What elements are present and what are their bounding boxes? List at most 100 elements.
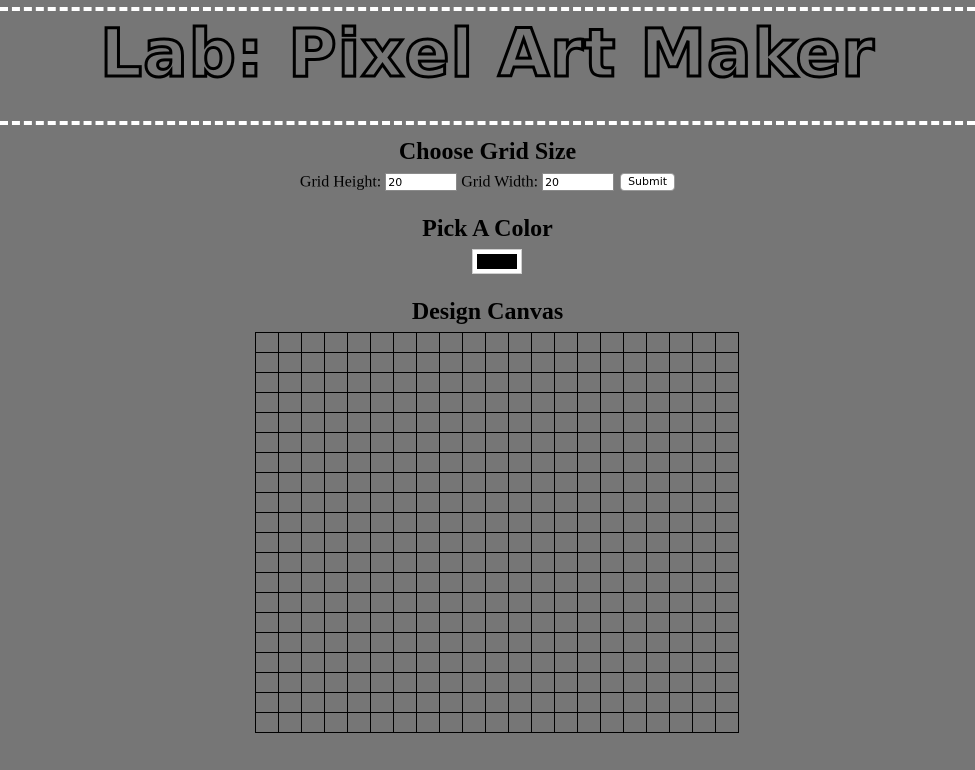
canvas-cell[interactable] bbox=[600, 512, 624, 533]
canvas-cell[interactable] bbox=[485, 432, 509, 453]
canvas-cell[interactable] bbox=[485, 532, 509, 553]
canvas-cell[interactable] bbox=[370, 652, 394, 673]
canvas-cell[interactable] bbox=[646, 532, 670, 553]
canvas-cell[interactable] bbox=[439, 332, 463, 353]
canvas-cell[interactable] bbox=[531, 392, 555, 413]
canvas-cell[interactable] bbox=[278, 472, 302, 493]
canvas-cell[interactable] bbox=[301, 472, 325, 493]
canvas-cell[interactable] bbox=[508, 472, 532, 493]
canvas-cell[interactable] bbox=[577, 392, 601, 413]
canvas-cell[interactable] bbox=[278, 712, 302, 733]
canvas-cell[interactable] bbox=[370, 492, 394, 513]
canvas-cell[interactable] bbox=[462, 432, 486, 453]
canvas-cell[interactable] bbox=[600, 612, 624, 633]
canvas-cell[interactable] bbox=[370, 692, 394, 713]
canvas-cell[interactable] bbox=[600, 672, 624, 693]
canvas-cell[interactable] bbox=[577, 412, 601, 433]
canvas-cell[interactable] bbox=[416, 492, 440, 513]
canvas-cell[interactable] bbox=[554, 672, 578, 693]
grid-width-input[interactable] bbox=[542, 173, 615, 192]
canvas-cell[interactable] bbox=[370, 452, 394, 473]
canvas-cell[interactable] bbox=[715, 512, 739, 533]
canvas-cell[interactable] bbox=[416, 692, 440, 713]
canvas-cell[interactable] bbox=[554, 712, 578, 733]
canvas-cell[interactable] bbox=[301, 612, 325, 633]
canvas-cell[interactable] bbox=[301, 572, 325, 593]
canvas-cell[interactable] bbox=[600, 452, 624, 473]
canvas-cell[interactable] bbox=[324, 432, 348, 453]
canvas-cell[interactable] bbox=[416, 372, 440, 393]
canvas-cell[interactable] bbox=[531, 672, 555, 693]
canvas-cell[interactable] bbox=[462, 472, 486, 493]
canvas-cell[interactable] bbox=[347, 652, 371, 673]
canvas-cell[interactable] bbox=[554, 332, 578, 353]
canvas-cell[interactable] bbox=[577, 452, 601, 473]
canvas-cell[interactable] bbox=[531, 692, 555, 713]
canvas-cell[interactable] bbox=[416, 532, 440, 553]
canvas-cell[interactable] bbox=[485, 672, 509, 693]
canvas-cell[interactable] bbox=[393, 692, 417, 713]
canvas-cell[interactable] bbox=[646, 372, 670, 393]
canvas-cell[interactable] bbox=[531, 372, 555, 393]
canvas-cell[interactable] bbox=[324, 332, 348, 353]
canvas-cell[interactable] bbox=[554, 552, 578, 573]
canvas-cell[interactable] bbox=[301, 672, 325, 693]
canvas-cell[interactable] bbox=[324, 692, 348, 713]
canvas-cell[interactable] bbox=[508, 572, 532, 593]
canvas-cell[interactable] bbox=[439, 372, 463, 393]
canvas-cell[interactable] bbox=[485, 472, 509, 493]
canvas-cell[interactable] bbox=[255, 332, 279, 353]
canvas-cell[interactable] bbox=[669, 472, 693, 493]
canvas-cell[interactable] bbox=[278, 352, 302, 373]
canvas-cell[interactable] bbox=[531, 352, 555, 373]
canvas-cell[interactable] bbox=[255, 492, 279, 513]
canvas-cell[interactable] bbox=[416, 552, 440, 573]
canvas-cell[interactable] bbox=[439, 392, 463, 413]
canvas-cell[interactable] bbox=[370, 332, 394, 353]
canvas-cell[interactable] bbox=[255, 472, 279, 493]
canvas-cell[interactable] bbox=[623, 472, 647, 493]
canvas-cell[interactable] bbox=[393, 572, 417, 593]
canvas-cell[interactable] bbox=[301, 392, 325, 413]
canvas-cell[interactable] bbox=[577, 532, 601, 553]
canvas-cell[interactable] bbox=[600, 692, 624, 713]
canvas-cell[interactable] bbox=[462, 692, 486, 713]
canvas-cell[interactable] bbox=[508, 512, 532, 533]
canvas-cell[interactable] bbox=[554, 592, 578, 613]
canvas-cell[interactable] bbox=[531, 652, 555, 673]
canvas-cell[interactable] bbox=[255, 592, 279, 613]
canvas-cell[interactable] bbox=[255, 392, 279, 413]
canvas-cell[interactable] bbox=[646, 432, 670, 453]
canvas-cell[interactable] bbox=[669, 332, 693, 353]
canvas-cell[interactable] bbox=[439, 672, 463, 693]
canvas-cell[interactable] bbox=[692, 532, 716, 553]
canvas-cell[interactable] bbox=[692, 552, 716, 573]
canvas-cell[interactable] bbox=[439, 432, 463, 453]
canvas-cell[interactable] bbox=[669, 492, 693, 513]
canvas-cell[interactable] bbox=[462, 452, 486, 473]
canvas-cell[interactable] bbox=[623, 512, 647, 533]
canvas-cell[interactable] bbox=[715, 572, 739, 593]
canvas-cell[interactable] bbox=[554, 472, 578, 493]
canvas-cell[interactable] bbox=[554, 452, 578, 473]
canvas-cell[interactable] bbox=[692, 332, 716, 353]
canvas-cell[interactable] bbox=[715, 532, 739, 553]
canvas-cell[interactable] bbox=[715, 692, 739, 713]
canvas-cell[interactable] bbox=[462, 492, 486, 513]
canvas-cell[interactable] bbox=[278, 512, 302, 533]
canvas-cell[interactable] bbox=[393, 612, 417, 633]
canvas-cell[interactable] bbox=[255, 372, 279, 393]
canvas-cell[interactable] bbox=[301, 652, 325, 673]
canvas-cell[interactable] bbox=[416, 452, 440, 473]
canvas-cell[interactable] bbox=[301, 552, 325, 573]
canvas-cell[interactable] bbox=[508, 492, 532, 513]
canvas-cell[interactable] bbox=[692, 432, 716, 453]
canvas-cell[interactable] bbox=[508, 652, 532, 673]
canvas-cell[interactable] bbox=[370, 472, 394, 493]
canvas-cell[interactable] bbox=[531, 512, 555, 533]
canvas-cell[interactable] bbox=[485, 712, 509, 733]
canvas-cell[interactable] bbox=[646, 412, 670, 433]
canvas-cell[interactable] bbox=[439, 412, 463, 433]
canvas-cell[interactable] bbox=[416, 612, 440, 633]
canvas-cell[interactable] bbox=[554, 352, 578, 373]
